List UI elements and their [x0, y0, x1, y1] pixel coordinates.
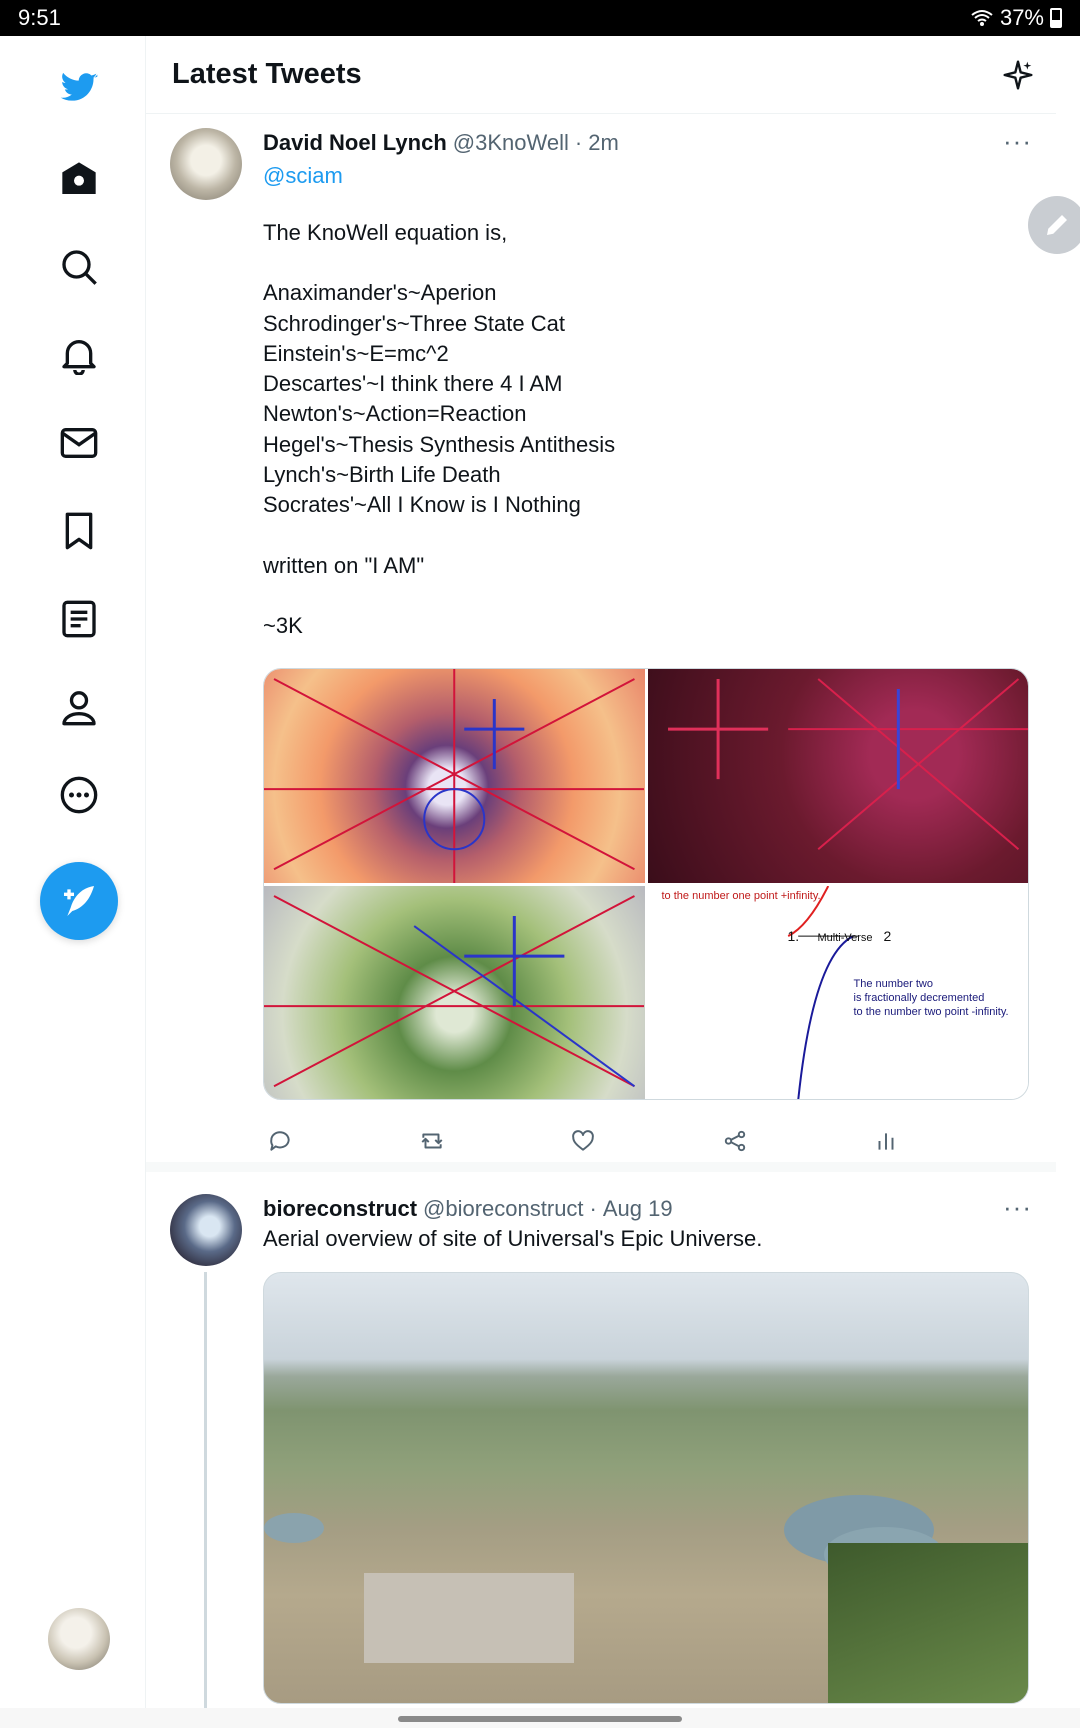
avatar[interactable]: [170, 128, 242, 200]
pencil-icon: [1047, 215, 1067, 235]
tweet-card[interactable]: David Noel Lynch @3KnoWell · 2m ··· @sci…: [146, 114, 1056, 1172]
tweet-text: Aerial overview of site of Universal's E…: [263, 1226, 763, 1251]
main-timeline: Latest Tweets David Noel Lynch @3KnoWell…: [146, 36, 1056, 1728]
tweet-line: Lynch's~Birth Life Death: [263, 462, 501, 488]
image-scribble: [264, 894, 645, 1087]
status-time: 9:51: [18, 5, 61, 30]
graph-label-multiverse: Multi-Verse: [817, 931, 873, 944]
tweet-line: Hegel's~Thesis Synthesis Antithesis: [263, 431, 616, 457]
compose-feather-icon: [64, 886, 94, 916]
graph-caption-top: to the number one point +infinity.: [661, 889, 821, 902]
reply-button[interactable]: [263, 1124, 297, 1158]
mention-link[interactable]: @sciam: [263, 163, 343, 189]
photo-trees: [828, 1543, 1028, 1703]
lists-icon[interactable]: [52, 592, 106, 646]
tweet-media-grid: to the number one point +infinity. 1. Mu…: [263, 668, 1029, 1100]
graph-label-two: 2: [883, 927, 892, 944]
analytics-button[interactable]: [869, 1124, 903, 1158]
tweet-line-gap: [263, 248, 1023, 278]
tweet-image-1[interactable]: [264, 669, 645, 883]
bookmark-icon[interactable]: [52, 504, 106, 558]
search-icon[interactable]: [52, 240, 106, 294]
tweet-line: Anaximander's~Aperion: [263, 280, 497, 306]
timeline-header: Latest Tweets: [146, 36, 1056, 114]
tweet-image-2[interactable]: [647, 669, 1028, 883]
page-title: Latest Tweets: [172, 58, 362, 90]
graph-caption-line2: is fractionally decremented: [853, 991, 985, 1004]
author-handle[interactable]: @bioreconstruct: [423, 1196, 584, 1222]
tweet-line-gap: [263, 581, 1023, 611]
thread-line: [204, 1272, 207, 1728]
share-button[interactable]: [718, 1124, 752, 1158]
twitter-logo-icon[interactable]: [52, 62, 106, 116]
wifi-icon: [971, 10, 993, 26]
tweet-text: The KnoWell equation is, Anaximander's~A…: [263, 218, 1023, 641]
tweet-header: David Noel Lynch @3KnoWell · 2m: [263, 130, 619, 156]
heart-icon: [572, 1130, 594, 1151]
like-button[interactable]: [566, 1124, 600, 1158]
header-separator: ·: [589, 1196, 597, 1221]
tweet-image-3[interactable]: [264, 885, 645, 1099]
profile-icon[interactable]: [52, 680, 106, 734]
compose-tweet-button[interactable]: [40, 862, 118, 940]
tweet-line-gap: [263, 521, 1023, 551]
author-name[interactable]: David Noel Lynch: [263, 130, 447, 156]
home-icon[interactable]: [52, 152, 106, 206]
tweet-photo[interactable]: [263, 1272, 1029, 1704]
retweet-icon: [421, 1133, 442, 1149]
photo-pond: [264, 1513, 324, 1543]
tweet-card[interactable]: bioreconstruct @bioreconstruct · Aug 19 …: [146, 1172, 1056, 1728]
tweet-line: written on "I AM": [263, 552, 425, 578]
more-options-icon[interactable]: ···: [1003, 126, 1032, 157]
share-icon: [724, 1130, 745, 1152]
author-name[interactable]: bioreconstruct: [263, 1196, 417, 1222]
tweet-line: The KnoWell equation is,: [263, 220, 508, 245]
sidebar: [0, 36, 146, 1708]
tweet-actions: [263, 1124, 903, 1158]
graph-caption-line1: The number two: [853, 977, 933, 990]
more-options-icon[interactable]: ···: [1003, 1192, 1032, 1223]
account-avatar[interactable]: [48, 1608, 110, 1670]
tweet-line: Descartes'~I think there 4 I AM: [263, 371, 563, 397]
avatar[interactable]: [170, 1194, 242, 1266]
header-separator: ·: [574, 130, 583, 155]
graph-caption-line3: to the number two point -infinity.: [853, 1005, 1009, 1018]
graph-label-one: 1.: [787, 927, 800, 944]
more-circle-icon[interactable]: [52, 768, 106, 822]
image-scribble: [264, 669, 645, 883]
photo-construction-pad: [364, 1573, 574, 1663]
home-gesture-pill[interactable]: [398, 1716, 682, 1722]
tweet-line: Einstein's~E=mc^2: [263, 340, 449, 366]
tweet-image-4-graph[interactable]: to the number one point +infinity. 1. Mu…: [647, 885, 1028, 1099]
status-right: 37%: [970, 5, 1062, 31]
tweet-time[interactable]: Aug 19: [603, 1196, 673, 1222]
retweet-button[interactable]: [415, 1124, 449, 1158]
tweet-line: Newton's~Action=Reaction: [263, 401, 527, 427]
battery-percent: 37%: [999, 5, 1044, 30]
battery-icon: [1050, 8, 1062, 28]
sparkle-icon[interactable]: [1002, 59, 1034, 91]
tweet-line: Socrates'~All I Know is I Nothing: [263, 492, 581, 518]
image-scribble: [667, 678, 1028, 850]
messages-envelope-icon[interactable]: [52, 416, 106, 470]
analytics-bars-icon: [878, 1133, 894, 1150]
author-handle[interactable]: @3KnoWell: [453, 130, 569, 156]
tweet-line: Schrodinger's~Three State Cat: [263, 310, 565, 336]
tweet-line: ~3K: [263, 612, 303, 638]
tweet-time[interactable]: 2m: [588, 130, 619, 156]
status-bar: 9:51 37%: [0, 0, 1080, 36]
notifications-bell-icon[interactable]: [52, 328, 106, 382]
reply-icon: [270, 1131, 290, 1151]
floating-edit-button[interactable]: [1028, 196, 1080, 254]
tweet-header: bioreconstruct @bioreconstruct · Aug 19: [263, 1196, 673, 1222]
